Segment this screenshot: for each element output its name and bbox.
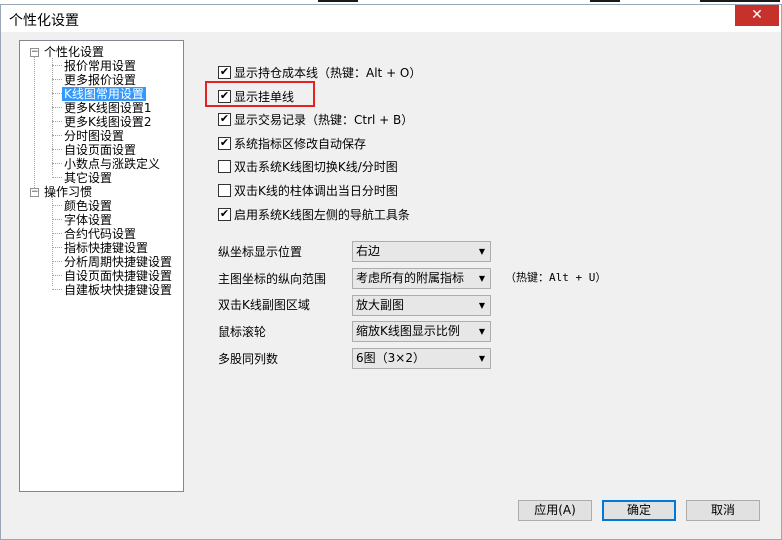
- checkbox[interactable]: ✔: [218, 183, 231, 197]
- option-label: 启用系统K线图左侧的导航工具条: [234, 207, 410, 222]
- field-label-multi-stock-columns: 多股同列数: [218, 352, 279, 366]
- select-value: 6图（3×2）: [356, 351, 425, 365]
- checkbox[interactable]: ✔: [218, 206, 231, 221]
- tree-group-personalize[interactable]: 个性化设置: [44, 45, 104, 59]
- option-label: 双击K线的柱体调出当日分时图: [234, 183, 398, 198]
- window-title: 个性化设置: [9, 13, 79, 29]
- checkbox[interactable]: ✔: [218, 64, 231, 79]
- checkbox[interactable]: ✔: [218, 159, 231, 173]
- tree-connector: [52, 58, 53, 175]
- field-label-mouse-wheel: 鼠标滚轮: [218, 325, 267, 339]
- mouse-wheel-select[interactable]: 缩放K线图显示比例 ▼: [352, 321, 491, 342]
- check-icon: ✔: [219, 206, 230, 220]
- option-label: 双击系统K线图切换K线/分时图: [234, 159, 398, 174]
- tree-item[interactable]: 自设页面设置: [64, 143, 136, 157]
- tree-connector: [52, 177, 62, 178]
- check-icon: ✔: [219, 64, 230, 78]
- dropdown-arrow-icon: ▼: [478, 247, 485, 256]
- tree-item-selected[interactable]: K线图常用设置: [62, 87, 146, 101]
- tree-connector: [52, 107, 62, 108]
- hotkey-note: （热键：Alt + U）: [505, 271, 607, 284]
- tree-connector: [52, 65, 62, 66]
- close-icon: ✕: [751, 7, 763, 23]
- select-value: 右边: [356, 244, 381, 258]
- tree-item[interactable]: 自建板块快捷键设置: [64, 283, 172, 297]
- tree-connector: [52, 205, 62, 206]
- collapse-icon[interactable]: −: [30, 188, 39, 197]
- ok-button[interactable]: 确定: [602, 500, 676, 521]
- option-auto-save-indicators[interactable]: ✔ 系统指标区修改自动保存: [218, 135, 366, 151]
- apply-button[interactable]: 应用(A): [518, 500, 592, 521]
- option-label: 系统指标区修改自动保存: [234, 136, 367, 151]
- tree-item[interactable]: 颜色设置: [64, 199, 112, 213]
- dropdown-arrow-icon: ▼: [478, 274, 485, 283]
- option-show-trade-records[interactable]: ✔ 显示交易记录（热键：Ctrl + B）: [218, 111, 413, 127]
- tree-item[interactable]: 报价常用设置: [64, 59, 136, 73]
- collapse-icon[interactable]: −: [30, 48, 39, 57]
- checkbox[interactable]: ✔: [218, 111, 231, 126]
- tree-item[interactable]: 指标快捷键设置: [64, 241, 148, 255]
- field-label-subchart-double-click: 双击K线副图区域: [218, 298, 310, 312]
- tree-connector: [52, 261, 62, 262]
- background-mark: [700, 0, 780, 2]
- settings-tree[interactable]: − 个性化设置 报价常用设置 更多报价设置 K线图常用设置 更多K线图设置1 更…: [19, 40, 184, 492]
- tree-connector: [52, 196, 53, 286]
- tree-connector: [52, 275, 62, 276]
- tree-item[interactable]: 合约代码设置: [64, 227, 136, 241]
- check-icon: ✔: [219, 135, 230, 149]
- tree-group-habits[interactable]: 操作习惯: [44, 185, 92, 199]
- tree-item[interactable]: 分时图设置: [64, 129, 124, 143]
- tree-connector: [52, 149, 62, 150]
- field-label-vertical-range: 主图坐标的纵向范围: [218, 272, 327, 286]
- option-nav-toolbar[interactable]: ✔ 启用系统K线图左侧的导航工具条: [218, 206, 410, 222]
- tree-connector: [52, 79, 62, 80]
- tree-connector: [52, 135, 62, 136]
- tree-item[interactable]: 更多K线图设置2: [64, 115, 152, 129]
- dropdown-arrow-icon: ▼: [478, 301, 485, 310]
- tree-item[interactable]: 分析周期快捷键设置: [64, 255, 172, 269]
- select-value: 考虑所有的附属指标: [356, 271, 465, 285]
- option-label: 显示交易记录（热键：Ctrl + B）: [234, 112, 414, 127]
- tree-item[interactable]: 自设页面快捷键设置: [64, 269, 172, 283]
- dropdown-arrow-icon: ▼: [478, 354, 485, 363]
- close-button[interactable]: ✕: [735, 5, 779, 26]
- tree-connector: [34, 53, 35, 188]
- multi-stock-columns-select[interactable]: 6图（3×2） ▼: [352, 348, 491, 369]
- tree-item[interactable]: 小数点与涨跌定义: [64, 157, 160, 171]
- y-axis-position-select[interactable]: 右边 ▼: [352, 241, 491, 262]
- background-mark: [318, 0, 358, 2]
- vertical-range-select[interactable]: 考虑所有的附属指标 ▼: [352, 268, 491, 289]
- option-show-position-cost-line[interactable]: ✔ 显示持仓成本线（热键：Alt + O）: [218, 64, 421, 80]
- check-icon: ✔: [219, 111, 230, 125]
- tree-item[interactable]: 更多报价设置: [64, 73, 136, 87]
- tree-connector: [52, 93, 62, 94]
- select-value: 缩放K线图显示比例: [356, 324, 460, 338]
- field-label-y-axis-position: 纵坐标显示位置: [218, 245, 303, 259]
- option-double-click-bar-intraday[interactable]: ✔ 双击K线的柱体调出当日分时图: [218, 182, 398, 198]
- tree-item[interactable]: 更多K线图设置1: [64, 101, 152, 115]
- title-bar: 个性化设置 ✕: [1, 5, 781, 32]
- tree-connector: [52, 247, 62, 248]
- checkbox[interactable]: ✔: [218, 135, 231, 150]
- tree-connector: [52, 289, 62, 290]
- tree-item[interactable]: 字体设置: [64, 213, 112, 227]
- select-value: 放大副图: [356, 298, 405, 312]
- background-mark: [590, 0, 620, 2]
- option-label: 显示持仓成本线（热键：Alt + O）: [234, 65, 422, 80]
- tree-connector: [52, 219, 62, 220]
- option-double-click-toggle[interactable]: ✔ 双击系统K线图切换K线/分时图: [218, 158, 398, 174]
- tree-connector: [52, 233, 62, 234]
- dropdown-arrow-icon: ▼: [478, 327, 485, 336]
- highlight-annotation: [205, 81, 315, 107]
- tree-connector: [52, 121, 62, 122]
- tree-item[interactable]: 其它设置: [64, 171, 112, 185]
- cancel-button[interactable]: 取消: [686, 500, 760, 521]
- tree-connector: [52, 163, 62, 164]
- subchart-double-click-select[interactable]: 放大副图 ▼: [352, 295, 491, 316]
